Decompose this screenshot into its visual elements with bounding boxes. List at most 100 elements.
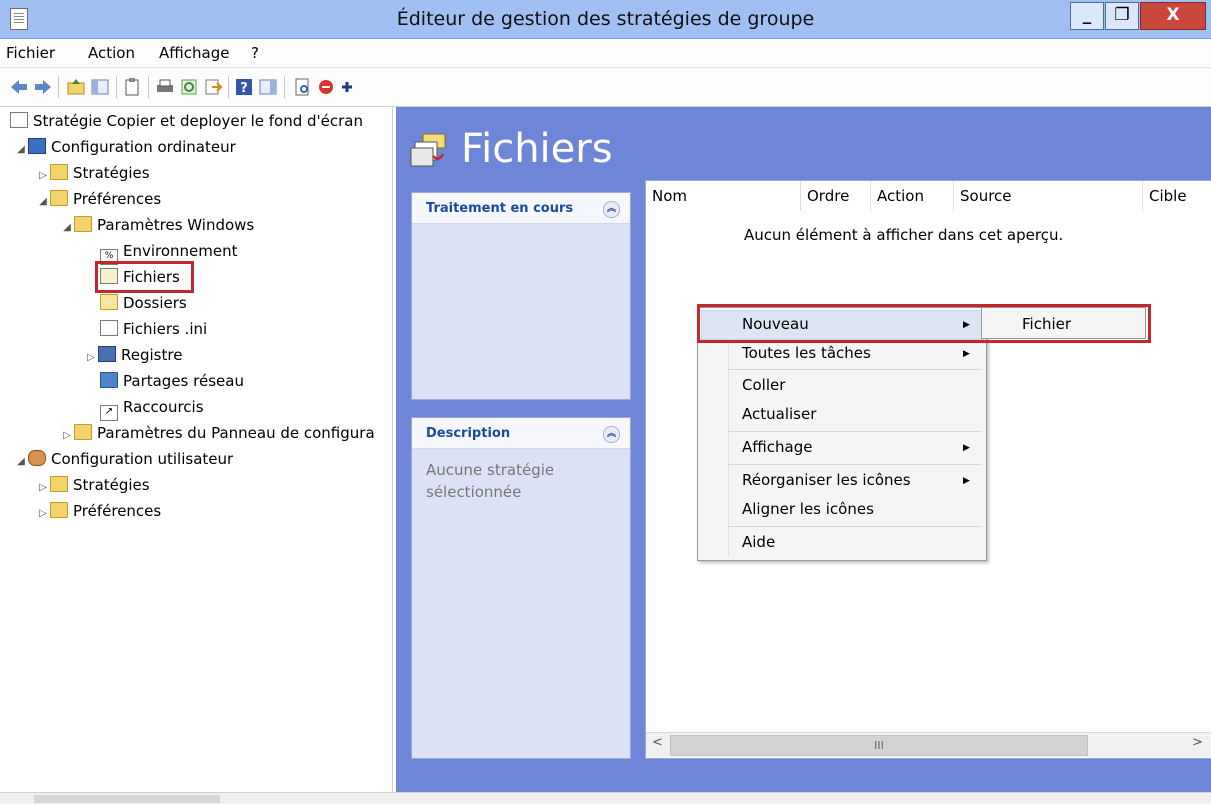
tree-network-shares[interactable]: Partages réseau: [100, 369, 244, 393]
menu-item-all-tasks[interactable]: Toutes les tâches: [742, 344, 871, 362]
tree-scrollbar-thumb[interactable]: [34, 795, 220, 803]
submenu-arrow-icon: ▶: [963, 349, 970, 359]
scrollbar-thumb[interactable]: III: [670, 735, 1088, 756]
refresh-icon[interactable]: [179, 77, 199, 97]
menu-item-paste[interactable]: Coller: [742, 376, 785, 394]
menu-view[interactable]: Affichage: [159, 44, 229, 62]
expand-arrow-icon[interactable]: ▷: [36, 164, 50, 188]
scroll-left-arrow-icon[interactable]: <: [652, 735, 663, 750]
menu-separator: [729, 526, 981, 527]
folder-icon: [50, 502, 68, 518]
files-header-icon: [410, 133, 446, 167]
tree-shortcuts[interactable]: ↗ Raccourcis: [100, 395, 204, 421]
menu-help[interactable]: ?: [251, 44, 259, 62]
column-header-target[interactable]: Cible: [1143, 181, 1211, 211]
svg-text:?: ?: [240, 81, 248, 96]
description-panel-title: Description: [426, 426, 511, 441]
collapse-arrow-icon[interactable]: ◢: [36, 190, 50, 214]
forward-arrow-icon[interactable]: [33, 77, 53, 97]
processing-panel-header: Traitement en cours ︽: [412, 193, 630, 224]
users-icon: [28, 450, 46, 466]
menu-separator: [729, 369, 981, 370]
menu-item-align-icons[interactable]: Aligner les icônes: [742, 500, 874, 518]
tree-ini-files[interactable]: Fichiers .ini: [100, 317, 207, 341]
tree-cc-preferences[interactable]: ◢ Préférences: [36, 187, 161, 211]
close-button[interactable]: X: [1140, 2, 1206, 30]
menu-separator: [729, 431, 981, 432]
stop-icon[interactable]: [316, 77, 336, 97]
column-header-action[interactable]: Action: [871, 181, 954, 211]
tree-folders[interactable]: Dossiers: [100, 291, 187, 315]
scroll-right-arrow-icon[interactable]: >: [1192, 735, 1203, 750]
description-panel-header: Description ︽: [412, 418, 630, 449]
network-share-icon: [100, 372, 118, 388]
column-header-name[interactable]: Nom: [646, 181, 801, 211]
expand-arrow-icon[interactable]: ▷: [84, 346, 98, 370]
menu-bar: Fichier Action Affichage ?: [0, 39, 1211, 68]
collapse-panel-icon[interactable]: ︽: [603, 201, 620, 218]
expand-arrow-icon[interactable]: ▷: [36, 502, 50, 526]
menu-separator: [729, 464, 981, 465]
minimize-button[interactable]: _: [1070, 2, 1104, 30]
tree-user-config[interactable]: ◢ Configuration utilisateur: [14, 447, 233, 471]
menu-item-arrange-icons[interactable]: Réorganiser les icônes: [742, 471, 911, 489]
folders-icon: [100, 294, 118, 310]
horizontal-scrollbar[interactable]: < III >: [646, 732, 1211, 757]
add-icon[interactable]: [337, 77, 357, 97]
processing-panel: Traitement en cours ︽: [411, 192, 631, 400]
toolbar: ?: [0, 68, 1211, 107]
expand-arrow-icon[interactable]: ▷: [36, 476, 50, 500]
menu-file[interactable]: Fichier: [6, 44, 55, 62]
clipboard-icon[interactable]: [122, 77, 142, 97]
control-panel-icon: [74, 424, 92, 440]
help-icon[interactable]: ?: [234, 77, 254, 97]
expand-arrow-icon[interactable]: ▷: [60, 424, 74, 448]
tree-windows-settings[interactable]: ◢ Paramètres Windows: [60, 213, 254, 237]
back-arrow-icon[interactable]: [9, 77, 29, 97]
tree-uc-preferences[interactable]: ▷ Préférences: [36, 499, 161, 523]
column-header-order[interactable]: Ordre: [801, 181, 871, 211]
registry-icon: [98, 346, 116, 362]
tree-registry[interactable]: ▷ Registre: [84, 343, 182, 367]
submenu-arrow-icon: ▶: [963, 476, 970, 486]
menu-item-refresh[interactable]: Actualiser: [742, 405, 816, 423]
collapse-arrow-icon[interactable]: ◢: [14, 450, 28, 474]
empty-message: Aucun élément à afficher dans cet aperçu…: [744, 226, 1064, 244]
policy-document-icon: [10, 112, 28, 128]
status-bar: [0, 792, 1211, 804]
column-header-source[interactable]: Source: [954, 181, 1143, 211]
menu-item-view[interactable]: Affichage: [742, 438, 812, 456]
export-icon[interactable]: [203, 77, 223, 97]
show-tree-icon[interactable]: [90, 77, 110, 97]
menu-item-help[interactable]: Aide: [742, 533, 775, 551]
show-action-pane-icon[interactable]: [258, 77, 278, 97]
folder-icon: [74, 216, 92, 232]
processing-panel-title: Traitement en cours: [426, 201, 574, 216]
collapse-arrow-icon[interactable]: ◢: [14, 138, 28, 162]
collapse-arrow-icon[interactable]: ◢: [60, 216, 74, 240]
folder-icon: [50, 190, 68, 206]
tree-control-panel[interactable]: ▷ Paramètres du Panneau de configura: [60, 421, 375, 445]
tree-cc-strategies[interactable]: ▷ Stratégies: [36, 161, 150, 185]
print-icon[interactable]: [155, 77, 175, 97]
ini-file-icon: [100, 320, 118, 336]
properties-icon[interactable]: [292, 77, 312, 97]
files-highlight-box: [95, 261, 194, 293]
tree-environment[interactable]: % Environnement: [100, 239, 238, 265]
tree-uc-strategies[interactable]: ▷ Stratégies: [36, 473, 150, 497]
shortcut-icon: ↗: [100, 405, 118, 421]
maximize-button[interactable]: ❐: [1105, 2, 1139, 30]
description-panel: Description ︽ Aucune stratégie sélection…: [411, 417, 631, 759]
description-text: Aucune stratégie sélectionnée: [426, 461, 555, 501]
folder-icon: [50, 164, 68, 180]
folder-icon: [50, 476, 68, 492]
new-file-highlight-box: [697, 304, 1151, 343]
collapse-panel-icon[interactable]: ︽: [603, 426, 620, 443]
tree-root[interactable]: Stratégie Copier et deployer le fond d'é…: [10, 109, 363, 133]
computer-icon: [28, 138, 46, 154]
tree-computer-config[interactable]: ◢ Configuration ordinateur: [14, 135, 236, 159]
up-folder-icon[interactable]: [66, 77, 86, 97]
window-title: Éditeur de gestion des stratégies de gro…: [396, 8, 815, 30]
submenu-arrow-icon: ▶: [963, 443, 970, 453]
menu-action[interactable]: Action: [88, 44, 135, 62]
